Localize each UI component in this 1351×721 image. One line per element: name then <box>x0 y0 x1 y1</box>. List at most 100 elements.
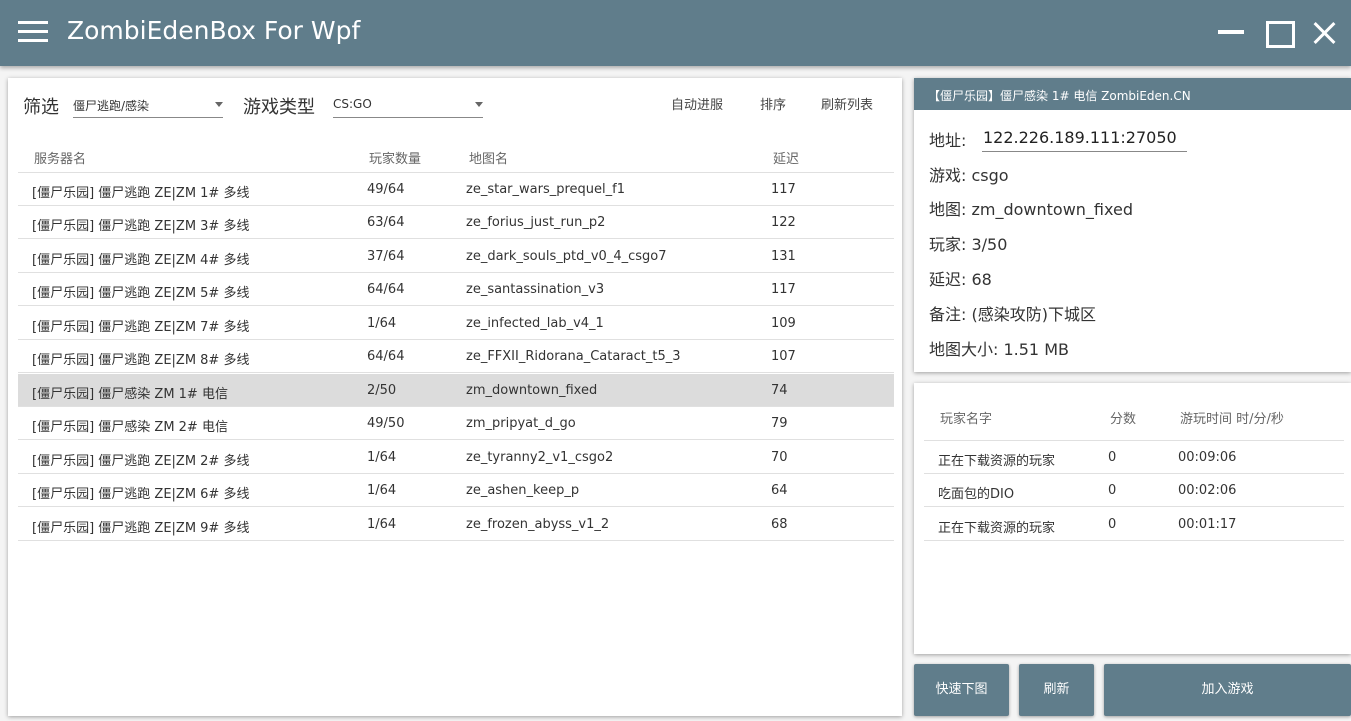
column-header-play-time[interactable]: 游玩时间 时/分/秒 <box>1180 408 1284 427</box>
table-row[interactable]: [僵尸乐园] 僵尸逃跑 ZE|ZM 7# 多线 1/64 ze_infected… <box>18 307 894 340</box>
server-name: [僵尸乐园] 僵尸感染 ZM 1# 电信 <box>32 387 228 402</box>
server-map: ze_star_wars_prequel_f1 <box>466 182 625 197</box>
chevron-down-icon <box>215 102 223 107</box>
server-ping: 117 <box>771 282 796 297</box>
server-info-panel: 【僵尸乐园】僵尸感染 1# 电信 ZombiEden.CN 地址: 122.22… <box>914 78 1351 372</box>
game-type-label: 游戏类型 <box>243 97 315 118</box>
column-header-map[interactable]: 地图名 <box>469 148 508 167</box>
players-line: 玩家: 3/50 <box>929 235 1008 254</box>
player-time: 00:02:06 <box>1178 483 1237 498</box>
list-item[interactable]: 吃面包的DIO 0 00:02:06 <box>924 474 1344 507</box>
table-row[interactable]: [僵尸乐园] 僵尸逃跑 ZE|ZM 8# 多线 64/64 ze_FFXII_R… <box>18 340 894 373</box>
server-map: ze_dark_souls_ptd_v0_4_csgo7 <box>466 249 667 264</box>
address-field[interactable]: 122.226.189.111:27050 <box>982 126 1187 152</box>
map-size-line: 地图大小: 1.51 MB <box>929 340 1069 359</box>
maximize-icon[interactable] <box>1262 16 1296 50</box>
game-type-dropdown-value: CS:GO <box>333 97 372 111</box>
player-time: 00:01:17 <box>1178 517 1237 532</box>
player-time: 00:09:06 <box>1178 450 1237 465</box>
server-name: [僵尸乐园] 僵尸逃跑 ZE|ZM 5# 多线 <box>32 286 250 301</box>
table-row[interactable]: [僵尸乐园] 僵尸逃跑 ZE|ZM 4# 多线 37/64 ze_dark_so… <box>18 240 894 273</box>
join-game-button[interactable]: 加入游戏 <box>1104 664 1351 716</box>
server-ping: 74 <box>771 383 788 398</box>
server-players: 1/64 <box>367 483 397 498</box>
column-header-players[interactable]: 玩家数量 <box>369 148 421 167</box>
column-header-player-name[interactable]: 玩家名字 <box>940 408 992 427</box>
server-players: 1/64 <box>367 450 397 465</box>
server-map: ze_tyranny2_v1_csgo2 <box>466 450 614 465</box>
column-header-ping[interactable]: 延迟 <box>773 148 799 167</box>
server-players: 37/64 <box>367 249 405 264</box>
server-map: ze_frozen_abyss_v1_2 <box>466 517 610 532</box>
server-map: ze_ashen_keep_p <box>466 483 580 498</box>
server-ping: 109 <box>771 316 796 331</box>
server-map: zm_pripyat_d_go <box>466 416 576 431</box>
server-ping: 107 <box>771 349 796 364</box>
game-type-dropdown[interactable]: CS:GO <box>333 94 483 118</box>
menu-icon[interactable] <box>18 21 48 43</box>
close-icon[interactable] <box>1308 16 1342 50</box>
server-map: ze_FFXII_Ridorana_Cataract_t5_3 <box>466 349 681 364</box>
sort-button[interactable]: 排序 <box>760 94 786 113</box>
player-score: 0 <box>1108 450 1117 465</box>
table-row[interactable]: [僵尸乐园] 僵尸逃跑 ZE|ZM 2# 多线 1/64 ze_tyranny2… <box>18 441 894 474</box>
server-name: [僵尸乐园] 僵尸感染 ZM 2# 电信 <box>32 420 228 435</box>
address-label: 地址: <box>929 131 967 150</box>
minimize-icon[interactable] <box>1214 16 1248 50</box>
server-players: 64/64 <box>367 282 405 297</box>
server-name: [僵尸乐园] 僵尸逃跑 ZE|ZM 8# 多线 <box>32 353 250 368</box>
game-line: 游戏: csgo <box>929 166 1009 185</box>
chevron-down-icon <box>475 102 483 107</box>
server-ping: 131 <box>771 249 796 264</box>
server-name: [僵尸乐园] 僵尸逃跑 ZE|ZM 3# 多线 <box>32 219 250 234</box>
column-header-score[interactable]: 分数 <box>1110 408 1136 427</box>
server-name: [僵尸乐园] 僵尸逃跑 ZE|ZM 9# 多线 <box>32 521 250 536</box>
server-name: [僵尸乐园] 僵尸逃跑 ZE|ZM 7# 多线 <box>32 320 250 335</box>
server-ping: 70 <box>771 450 788 465</box>
table-row[interactable]: [僵尸乐园] 僵尸逃跑 ZE|ZM 3# 多线 63/64 ze_forius_… <box>18 206 894 239</box>
player-name: 正在下载资源的玩家 <box>938 454 1056 469</box>
server-map: ze_forius_just_run_p2 <box>466 215 606 230</box>
players-panel: 玩家名字 分数 游玩时间 时/分/秒 正在下载资源的玩家 0 00:09:06 … <box>914 383 1351 654</box>
map-line: 地图: zm_downtown_fixed <box>929 200 1133 219</box>
server-players: 49/50 <box>367 416 405 431</box>
auto-join-button[interactable]: 自动进服 <box>671 94 723 113</box>
column-header-server-name[interactable]: 服务器名 <box>34 148 86 167</box>
server-players: 49/64 <box>367 182 405 197</box>
server-name: [僵尸乐园] 僵尸逃跑 ZE|ZM 4# 多线 <box>32 253 250 268</box>
server-players: 64/64 <box>367 349 405 364</box>
app-title: ZombiEdenBox For Wpf <box>67 16 361 45</box>
quick-download-button[interactable]: 快速下图 <box>914 664 1009 716</box>
server-players: 1/64 <box>367 517 397 532</box>
refresh-button[interactable]: 刷新 <box>1019 664 1094 716</box>
server-name: [僵尸乐园] 僵尸逃跑 ZE|ZM 2# 多线 <box>32 454 250 469</box>
note-line: 备注: (感染攻防)下城区 <box>929 305 1096 324</box>
table-row[interactable]: [僵尸乐园] 僵尸感染 ZM 2# 电信 49/50 zm_pripyat_d_… <box>18 407 894 440</box>
server-info-header: 【僵尸乐园】僵尸感染 1# 电信 ZombiEden.CN <box>914 78 1351 110</box>
filter-dropdown[interactable]: 僵尸逃跑/感染 <box>73 94 223 118</box>
list-item[interactable]: 正在下载资源的玩家 0 00:01:17 <box>924 508 1344 541</box>
player-score: 0 <box>1108 517 1117 532</box>
server-map: zm_downtown_fixed <box>466 383 598 398</box>
title-bar: ZombiEdenBox For Wpf <box>0 0 1351 66</box>
table-row[interactable]: [僵尸乐园] 僵尸逃跑 ZE|ZM 5# 多线 64/64 ze_santass… <box>18 273 894 306</box>
player-score: 0 <box>1108 483 1117 498</box>
refresh-list-button[interactable]: 刷新列表 <box>821 94 873 113</box>
server-name: [僵尸乐园] 僵尸逃跑 ZE|ZM 1# 多线 <box>32 186 250 201</box>
server-map: ze_santassination_v3 <box>466 282 605 297</box>
table-row[interactable]: [僵尸乐园] 僵尸逃跑 ZE|ZM 9# 多线 1/64 ze_frozen_a… <box>18 508 894 541</box>
server-ping: 68 <box>771 517 788 532</box>
filter-dropdown-value: 僵尸逃跑/感染 <box>73 99 150 113</box>
server-name: [僵尸乐园] 僵尸逃跑 ZE|ZM 6# 多线 <box>32 487 250 502</box>
server-ping: 79 <box>771 416 788 431</box>
server-map: ze_infected_lab_v4_1 <box>466 316 604 331</box>
server-players: 2/50 <box>367 383 397 398</box>
server-list-panel: 筛选 僵尸逃跑/感染 游戏类型 CS:GO 自动进服 排序 刷新列表 服务器名 … <box>8 78 902 716</box>
server-players: 1/64 <box>367 316 397 331</box>
table-row[interactable]: [僵尸乐园] 僵尸逃跑 ZE|ZM 6# 多线 1/64 ze_ashen_ke… <box>18 474 894 507</box>
server-ping: 122 <box>771 215 796 230</box>
table-row[interactable]: [僵尸乐园] 僵尸逃跑 ZE|ZM 1# 多线 49/64 ze_star_wa… <box>18 173 894 206</box>
table-row-selected[interactable]: [僵尸乐园] 僵尸感染 ZM 1# 电信 2/50 zm_downtown_fi… <box>18 374 894 407</box>
list-item[interactable]: 正在下载资源的玩家 0 00:09:06 <box>924 441 1344 474</box>
server-ping: 117 <box>771 182 796 197</box>
